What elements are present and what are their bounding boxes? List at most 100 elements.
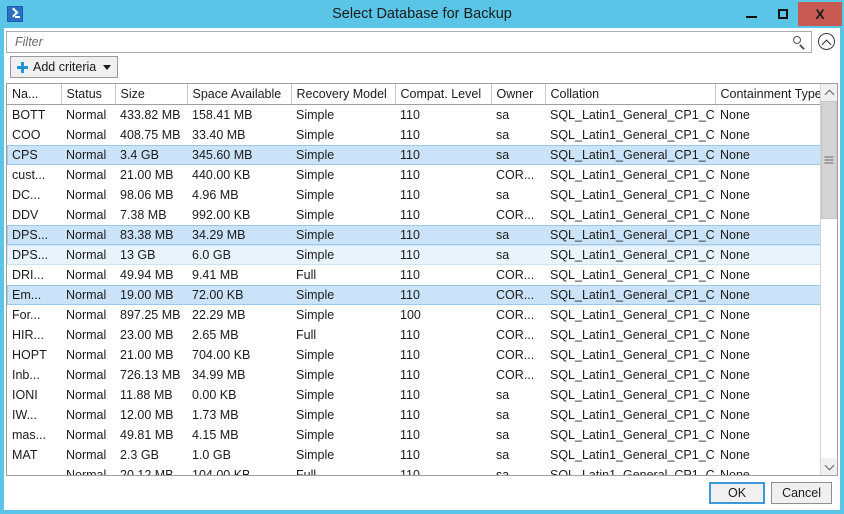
cell-collation: SQL_Latin1_General_CP1_CI_AS (545, 224, 715, 245)
cell-containment: None (720, 327, 750, 342)
cell-space: 33.40 MB (192, 127, 246, 142)
table-row[interactable]: For... Normal 897.25 MB 22.29 MB Simple 100 CO… (7, 305, 820, 325)
table-row[interactable]: Em... Normal 19.00 MB 72.00 KB Simple 110 COR.… (7, 284, 820, 305)
database-grid: Na... Status Size Space Available Recovery M… (6, 83, 838, 476)
cell-size: 408.75 MB (120, 127, 181, 142)
grid-header-table: Na... Status Size Space Available Recovery M… (7, 84, 820, 105)
cell-owner: COR... (491, 284, 545, 305)
table-row[interactable]: HOPT Normal 21.00 MB 704.00 KB Simple 110 COR.… (7, 345, 820, 365)
cell-collation: SQL_Latin1_General_CP1_CI_AS (550, 447, 715, 462)
table-row[interactable]: Inb... Normal 726.13 MB 34.99 MB Simple 110 CO… (7, 365, 820, 385)
cell-compat: 110 (395, 244, 491, 265)
minimize-icon (746, 15, 757, 18)
cell-name: MAT (12, 447, 38, 462)
scroll-up-button[interactable] (821, 84, 837, 101)
cell-collation: SQL_Latin1_General_CP1_CI_AS (550, 347, 715, 362)
grid-vertical-scrollbar[interactable] (820, 84, 837, 475)
cell-size: 2.3 GB (120, 447, 159, 462)
table-row[interactable]: mas... Normal 49.81 MB 4.15 MB Simple 110 sa SQ… (7, 425, 820, 445)
column-header-status[interactable]: Status (61, 84, 116, 105)
chevron-up-circle-icon[interactable] (816, 31, 838, 53)
table-row[interactable]: cust... Normal 21.00 MB 440.00 KB Simple 110 C… (7, 165, 820, 185)
table-row[interactable]: DPS... Normal 83.38 MB 34.29 MB Simple 110 sa S… (7, 224, 820, 245)
cell-compat: 110 (400, 167, 420, 182)
table-row[interactable]: DPS... Normal 13 GB 6.0 GB Simple 110 sa SQL_La… (7, 244, 820, 265)
cell-owner: COR... (496, 327, 535, 342)
add-criteria-label: Add criteria (33, 60, 97, 74)
cell-containment: None (715, 244, 820, 265)
table-row[interactable]: IW... Normal 12.00 MB 1.73 MB Simple 110 sa SQL… (7, 405, 820, 425)
cell-name: DC... (12, 187, 41, 202)
column-header-recovery[interactable]: Recovery Model (291, 84, 396, 105)
cell-recovery: Simple (296, 107, 335, 122)
cell-compat: 110 (400, 447, 420, 462)
cell-recovery: Simple (296, 167, 335, 182)
close-button[interactable]: X (798, 2, 842, 26)
cell-owner: COR... (496, 347, 535, 362)
cell-space: 34.99 MB (192, 367, 246, 382)
table-row[interactable]: IONI Normal 11.88 MB 0.00 KB Simple 110 sa SQL_… (7, 385, 820, 405)
cell-owner: COR... (496, 307, 535, 322)
cell-size: 11.88 MB (120, 387, 173, 402)
cell-status: Normal (66, 347, 107, 362)
cell-status: Normal (66, 187, 107, 202)
cell-status: Normal (61, 244, 115, 265)
cell-compat: 110 (400, 187, 420, 202)
cell-space: 4.96 MB (192, 187, 239, 202)
cell-name: DDV (12, 207, 39, 222)
cell-name: Em... (7, 284, 61, 305)
cell-space: 34.29 MB (187, 224, 291, 245)
column-header-containment[interactable]: Containment Type (715, 84, 820, 105)
table-row[interactable]: BOTT Normal 433.82 MB 158.41 MB Simple 110 sa S… (7, 105, 820, 125)
table-row[interactable]: MAT Normal 2.3 GB 1.0 GB Simple 110 sa SQL_Lati… (7, 445, 820, 465)
table-row[interactable]: COO Normal 408.75 MB 33.40 MB Simple 110 sa SQL… (7, 125, 820, 145)
search-icon[interactable] (791, 34, 807, 50)
cell-space: 72.00 KB (187, 284, 291, 305)
scroll-down-button[interactable] (821, 458, 837, 475)
grid-main: Na... Status Size Space Available Recovery M… (7, 84, 820, 475)
cancel-button[interactable]: Cancel (771, 482, 832, 504)
grid-body-scroll-area[interactable]: BOTT Normal 433.82 MB 158.41 MB Simple 110 sa S… (7, 105, 820, 476)
add-criteria-button[interactable]: Add criteria (10, 56, 119, 78)
filter-input-wrapper[interactable] (6, 31, 812, 53)
dialog-footer: OK Cancel (4, 476, 840, 510)
cell-name: IONI (12, 387, 38, 402)
column-header-owner[interactable]: Owner (491, 84, 546, 105)
dialog-client-area: Add criteria Na...StatusSizeSpace Availa… (4, 28, 840, 510)
filter-input[interactable] (13, 32, 791, 52)
cell-size: 20.12 MB (120, 467, 174, 476)
column-header-collation[interactable]: Collation (545, 84, 716, 105)
column-header-size[interactable]: Size (115, 84, 188, 105)
cell-status: Normal (66, 167, 107, 182)
column-header-compat[interactable]: Compat. Level (395, 84, 492, 105)
ok-button[interactable]: OK (709, 482, 766, 504)
cell-recovery: Simple (296, 387, 335, 402)
cell-name: HOPT (12, 347, 47, 362)
table-row[interactable]: DC... Normal 98.06 MB 4.96 MB Simple 110 sa SQL… (7, 185, 820, 205)
column-header-name[interactable]: Na... (7, 84, 62, 105)
cell-space: 158.41 MB (192, 107, 253, 122)
cell-recovery: Simple (296, 347, 335, 362)
table-row[interactable]: HIR... Normal 23.00 MB 2.65 MB Full 110 COR...… (7, 325, 820, 345)
maximize-button[interactable] (767, 2, 798, 26)
cell-collation: SQL_Latin1_General_CP1_CI_AS (550, 267, 715, 282)
caption-button-group: X (736, 2, 842, 26)
scrollbar-track[interactable] (821, 101, 837, 458)
plus-icon (17, 61, 28, 73)
scrollbar-thumb[interactable] (821, 101, 837, 219)
cell-size: 49.94 MB (120, 267, 174, 282)
cell-name: DPS... (7, 244, 61, 265)
cell-size: 3.4 GB (115, 144, 187, 165)
table-row[interactable]: ... Normal 20.12 MB 104.00 KB Full 110 sa SQL_L… (7, 465, 820, 476)
minimize-button[interactable] (736, 2, 767, 26)
cell-name: IW... (12, 407, 37, 422)
cell-containment: None (720, 267, 750, 282)
cell-status: Normal (66, 387, 107, 402)
cell-owner: COR... (496, 367, 535, 382)
column-header-space[interactable]: Space Available (187, 84, 292, 105)
table-row[interactable]: CPS Normal 3.4 GB 345.60 MB Simple 110 sa SQL_L… (7, 144, 820, 165)
table-row[interactable]: DDV Normal 7.38 MB 992.00 KB Simple 110 COR...… (7, 205, 820, 225)
cell-space: 704.00 KB (192, 347, 251, 362)
cell-space: 0.00 KB (192, 387, 237, 402)
table-row[interactable]: DRI... Normal 49.94 MB 9.41 MB Full 110 COR...… (7, 265, 820, 285)
